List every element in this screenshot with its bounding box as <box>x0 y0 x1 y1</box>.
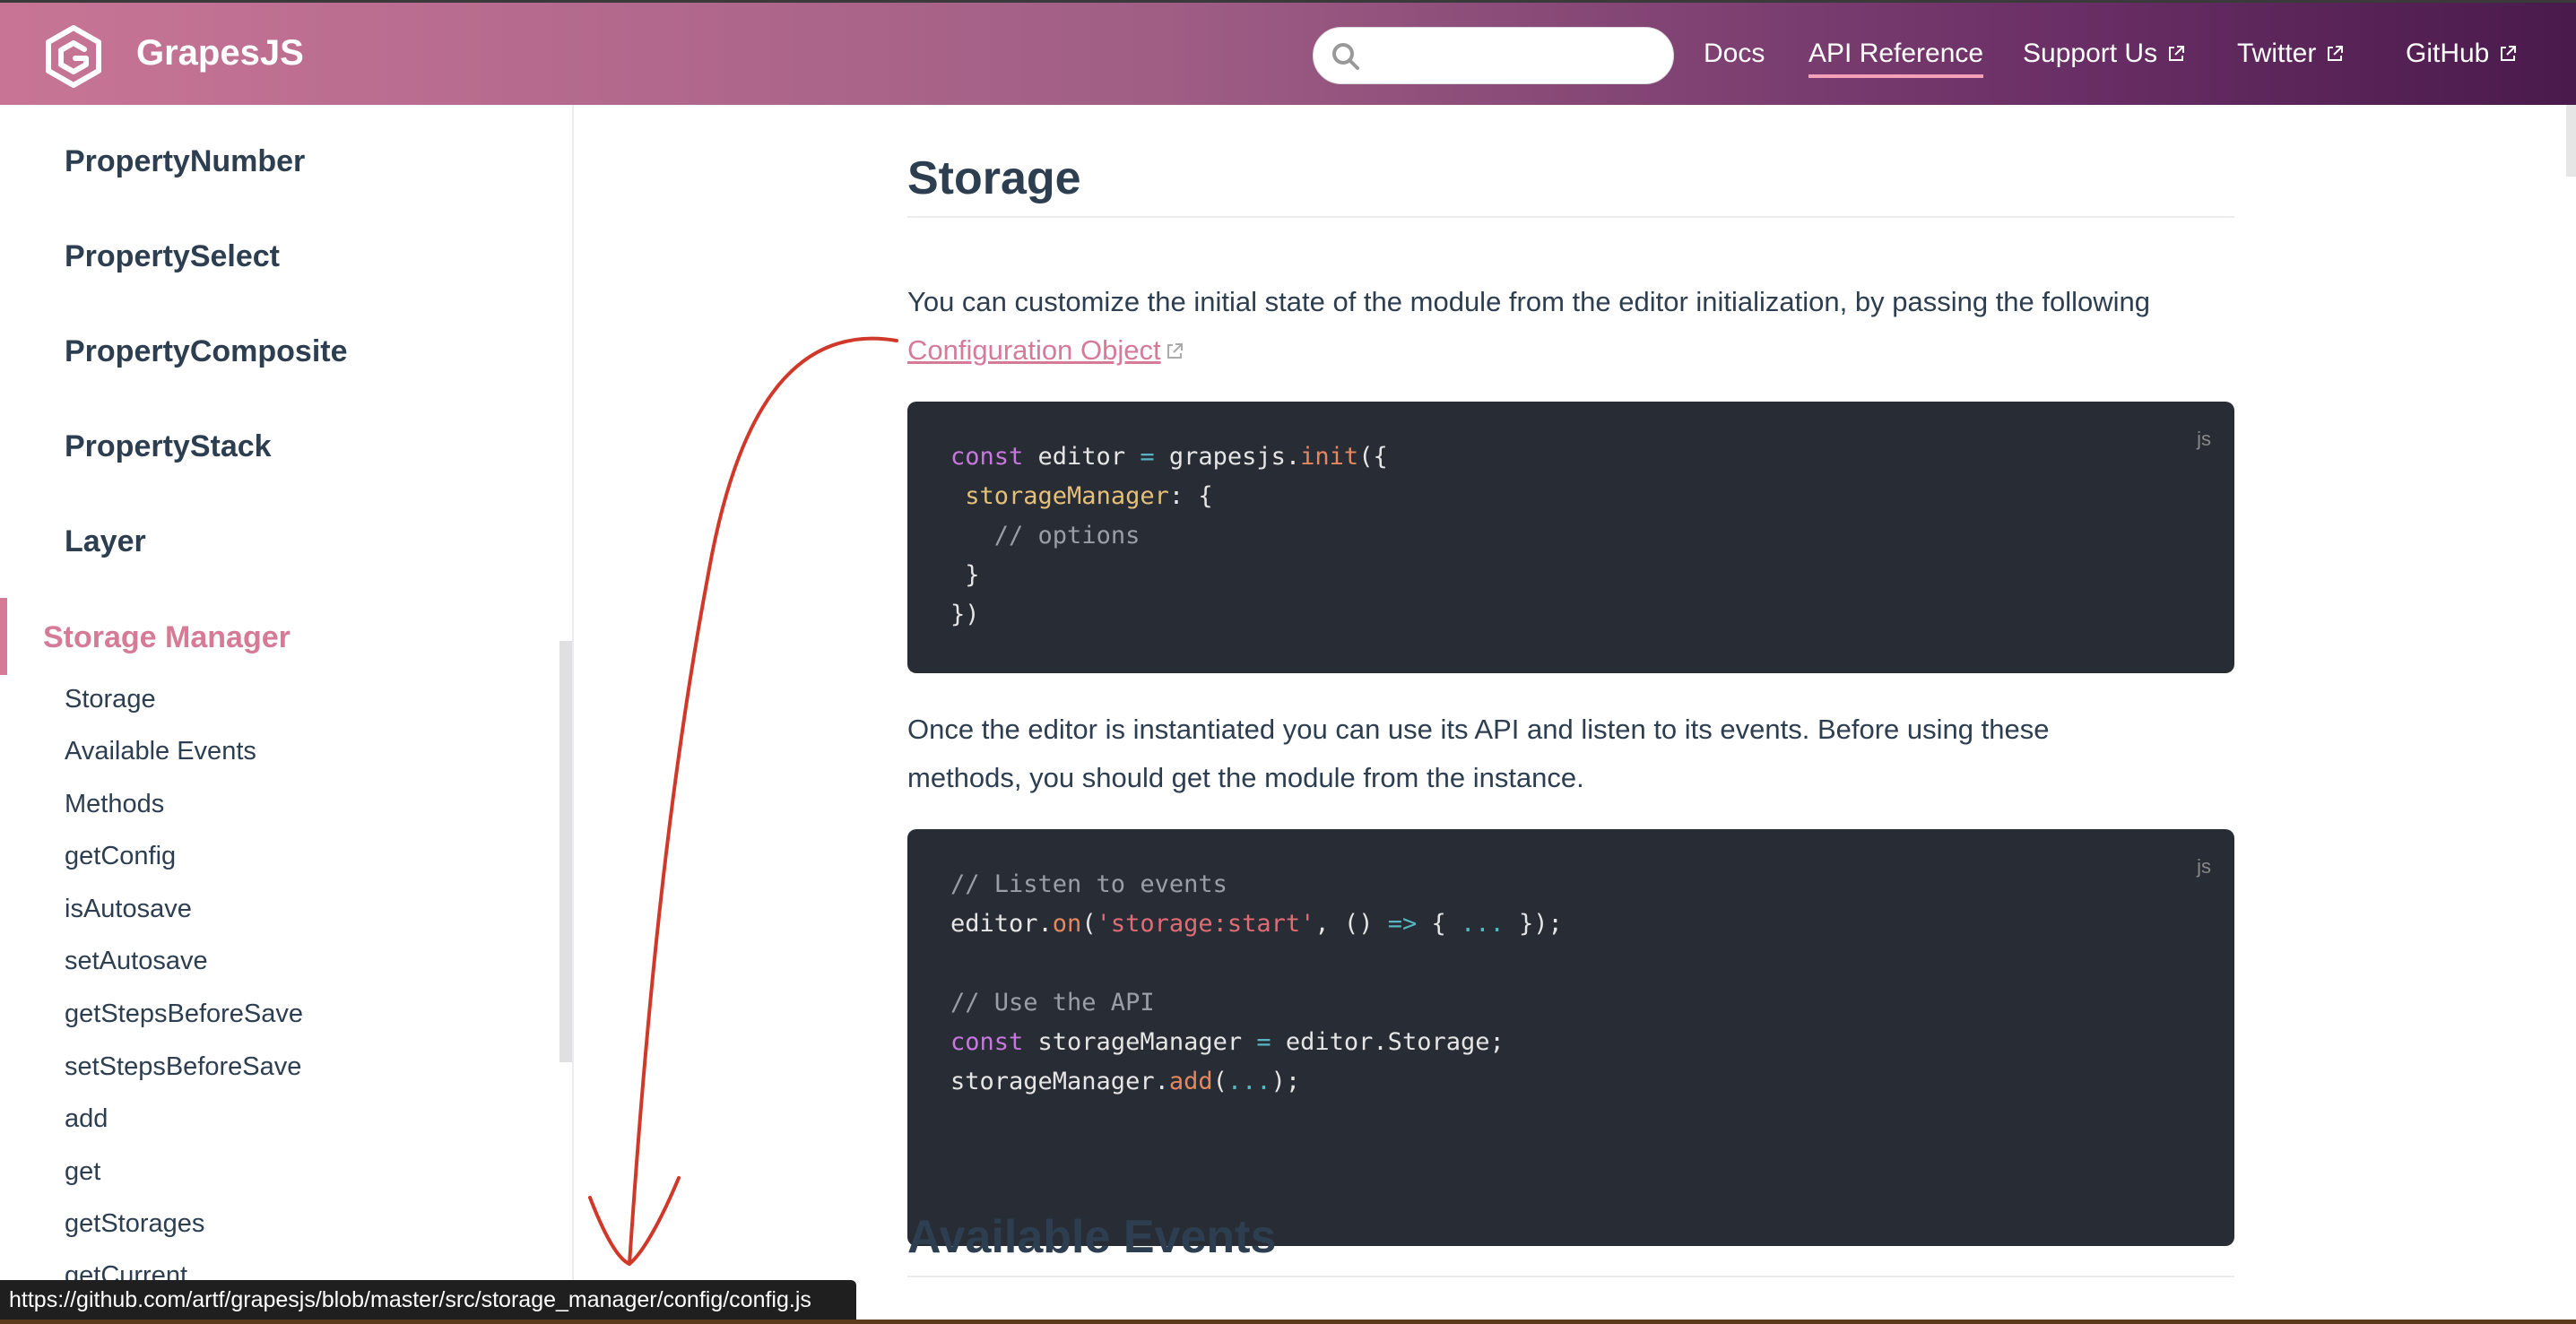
sidebar-item-getstorages[interactable]: getStorages <box>65 1209 204 1239</box>
code-token: ( <box>1212 1068 1227 1095</box>
usage-paragraph: Once the editor is instantiated you can … <box>907 705 2234 802</box>
external-link-icon <box>2169 46 2185 61</box>
sidebar-item-add[interactable]: add <box>65 1104 108 1134</box>
sidebar-item-available-events[interactable]: Available Events <box>65 737 256 766</box>
code-token: storageManager. <box>950 1068 1169 1095</box>
nav-twitter-link[interactable]: Twitter <box>2237 39 2345 69</box>
code-token: add <box>1168 1068 1213 1095</box>
configuration-object-link[interactable]: Configuration Object <box>907 334 1161 366</box>
section-title-storage: Storage <box>907 152 1081 204</box>
external-link-icon <box>2501 46 2517 61</box>
sidebar-heading-propertyselect[interactable]: PropertySelect <box>65 239 280 274</box>
code-token: editor <box>1023 443 1141 471</box>
nav-github-label: GitHub <box>2406 39 2490 68</box>
code-lang-label: js <box>2197 855 2211 878</box>
usage-text-line2: methods, you should get the module from … <box>907 762 1584 793</box>
code-token: editor. <box>950 910 1053 938</box>
code-token: ({ <box>1358 443 1388 471</box>
code-token: const <box>950 443 1024 471</box>
search-icon <box>1332 43 1359 70</box>
code-token: storageManager <box>1023 1028 1257 1056</box>
code-token: grapesjs. <box>1154 443 1301 471</box>
code-token: ); <box>1271 1068 1301 1095</box>
sidebar-item-get[interactable]: get <box>65 1157 100 1187</box>
code-token: ( <box>1081 910 1097 938</box>
code-token: : { <box>1168 482 1213 510</box>
code-block-usage[interactable]: js// Listen to events editor.on('storage… <box>907 829 2234 1246</box>
code-token: = <box>1256 1028 1271 1056</box>
nav-docs-link[interactable]: Docs <box>1704 39 1765 69</box>
section-divider <box>907 216 2234 218</box>
external-link-icon <box>1167 343 1183 359</box>
code-comment: // Use the API <box>950 989 1155 1017</box>
nav-support-us-label: Support Us <box>2023 39 2158 68</box>
sidebar-item-setstepsbeforesave[interactable]: setStepsBeforeSave <box>65 1052 301 1082</box>
code-token: => <box>1387 910 1418 938</box>
code-token: on <box>1052 910 1082 938</box>
page-scrollbar[interactable] <box>2566 105 2576 177</box>
grapesjs-logo-icon[interactable] <box>39 22 108 91</box>
sidebar-item-getconfig[interactable]: getConfig <box>65 842 176 871</box>
brand-name[interactable]: GrapesJS <box>136 33 304 74</box>
code-token: const <box>950 1028 1024 1056</box>
sidebar-item-setautosave[interactable]: setAutosave <box>65 947 208 976</box>
nav-github-link[interactable]: GitHub <box>2406 39 2518 69</box>
link-status-bar: https://github.com/artf/grapesjs/blob/ma… <box>0 1280 856 1320</box>
intro-paragraph: You can customize the initial state of t… <box>907 278 2234 375</box>
sidebar-item-getstepsbeforesave[interactable]: getStepsBeforeSave <box>65 999 303 1029</box>
code-comment: // options <box>993 522 1141 550</box>
usage-text-line1: Once the editor is instantiated you can … <box>907 714 2050 745</box>
sidebar-item-isautosave[interactable]: isAutosave <box>65 895 192 924</box>
nav-api-reference-link[interactable]: API Reference <box>1808 39 1984 78</box>
search-input[interactable] <box>1313 27 1674 84</box>
sidebar-item-storage[interactable]: Storage <box>65 685 156 714</box>
external-link-icon <box>2328 46 2344 61</box>
sidebar-heading-propertynumber[interactable]: PropertyNumber <box>65 144 305 179</box>
code-token: ... <box>1227 1068 1271 1095</box>
code-token: }); <box>1504 910 1563 938</box>
sidebar-item-methods[interactable]: Methods <box>65 790 164 819</box>
sidebar-heading-propertystack[interactable]: PropertyStack <box>65 429 272 464</box>
nav-support-us-link[interactable]: Support Us <box>2023 39 2186 69</box>
sidebar-heading-propertycomposite[interactable]: PropertyComposite <box>65 334 348 369</box>
code-token: , () <box>1314 910 1388 938</box>
code-token: storageManager <box>965 482 1169 510</box>
top-navbar: GrapesJS Docs API Reference Support Us T… <box>0 0 2576 105</box>
sidebar-heading-storage-manager[interactable]: Storage Manager <box>43 620 291 655</box>
code-token: }) <box>950 601 980 628</box>
window-bottom-edge <box>0 1320 2576 1324</box>
code-token: ... <box>1461 910 1505 938</box>
code-token: = <box>1140 443 1155 471</box>
sidebar-scrollbar[interactable] <box>559 641 572 1062</box>
code-comment: // Listen to events <box>950 870 1227 898</box>
sidebar-active-indicator <box>0 598 7 675</box>
code-token: } <box>965 561 980 589</box>
nav-twitter-label: Twitter <box>2237 39 2317 68</box>
section-divider <box>907 1276 2234 1277</box>
code-token: init <box>1300 443 1359 471</box>
main-content: Storage You can customize the initial st… <box>574 105 2576 1324</box>
code-token: 'storage:start' <box>1096 910 1315 938</box>
code-token: { <box>1417 910 1461 938</box>
code-token: editor.Storage; <box>1271 1028 1505 1056</box>
section-title-available-events: Available Events <box>907 1211 1277 1263</box>
sidebar: PropertyNumber PropertySelect PropertyCo… <box>0 105 574 1324</box>
intro-text: You can customize the initial state of t… <box>907 286 2151 317</box>
code-block-config[interactable]: js const editor = grapesjs.init({ storage… <box>907 402 2234 673</box>
code-lang-label: js <box>2197 428 2211 450</box>
sidebar-heading-layer[interactable]: Layer <box>65 524 146 559</box>
